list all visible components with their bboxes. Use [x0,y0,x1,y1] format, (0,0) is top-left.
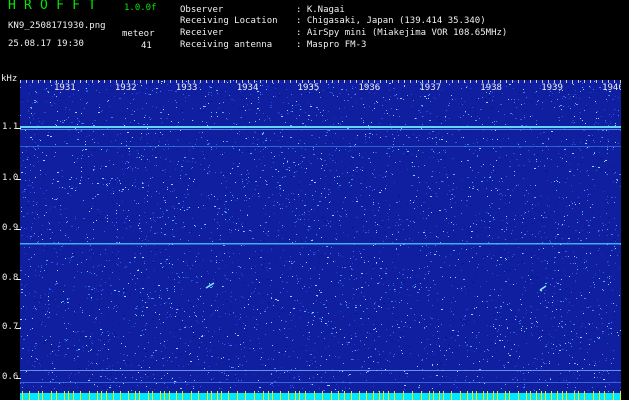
spectrogram-plot: 1931 1932 1933 1934 1935 1936 1937 1938 1939 1940 [20,80,621,400]
frequency-tick [16,279,21,280]
spectrogram-svg: 1931 1932 1933 1934 1935 1936 1937 1938 1939 1940 [20,80,621,400]
meteor-count-value: 41 [141,41,152,51]
carrier-line [20,370,621,371]
frequency-label: 0.7 [2,322,19,332]
observer-label: Observer [180,5,224,15]
location-label: Receiving Location [180,16,278,26]
frequency-tick [16,328,21,329]
time-label: 1933 [176,83,198,93]
frequency-tick [16,378,21,379]
antenna-label: Receiving antenna [180,40,273,50]
meteor-echo [539,289,543,292]
time-label: 1936 [359,83,381,93]
carrier-line [20,129,621,130]
app-title: HROFFT [8,0,105,13]
time-label: 1935 [298,83,320,93]
time-label: 1937 [419,83,441,93]
version-label: 1.0.0f [124,3,157,13]
time-label: 1932 [115,83,137,93]
time-label: 1931 [54,83,76,93]
meteor-count-label: meteor [122,29,155,39]
frequency-label: 1.1 [2,122,19,132]
time-label: 1939 [541,83,563,93]
carrier-line [20,243,621,245]
header-panel: HROFFT 1.0.0f KN9_2508171930.png 25.08.1… [0,0,629,80]
filename-label: KN9_2508171930.png [8,21,106,31]
frequency-label: 0.9 [2,223,19,233]
frequency-label: 0.6 [2,372,19,382]
time-label: 1934 [237,83,259,93]
carrier-line [20,146,621,147]
receiver-value: : AirSpy mini (Miakejima VOR 108.65MHz) [296,28,508,38]
receiver-label: Receiver [180,28,224,38]
datetime-label: 25.08.17 19:30 [8,39,84,49]
observer-value: : K.Nagai [296,5,345,15]
frequency-tick [16,128,21,129]
top-ticks [20,80,621,83]
carrier-line [20,382,621,383]
frequency-tick [16,179,21,180]
location-value: : Chigasaki, Japan (139.414 35.340) [296,16,486,26]
frequency-unit-label: kHz [1,74,18,84]
frequency-label: 1.0 [2,173,19,183]
antenna-value: : Maspro FM-3 [296,40,367,50]
time-label: 1940 [602,83,621,93]
frequency-label: 0.8 [2,273,19,283]
carrier-line [20,126,621,128]
time-label: 1938 [480,83,502,93]
frequency-tick [16,229,21,230]
